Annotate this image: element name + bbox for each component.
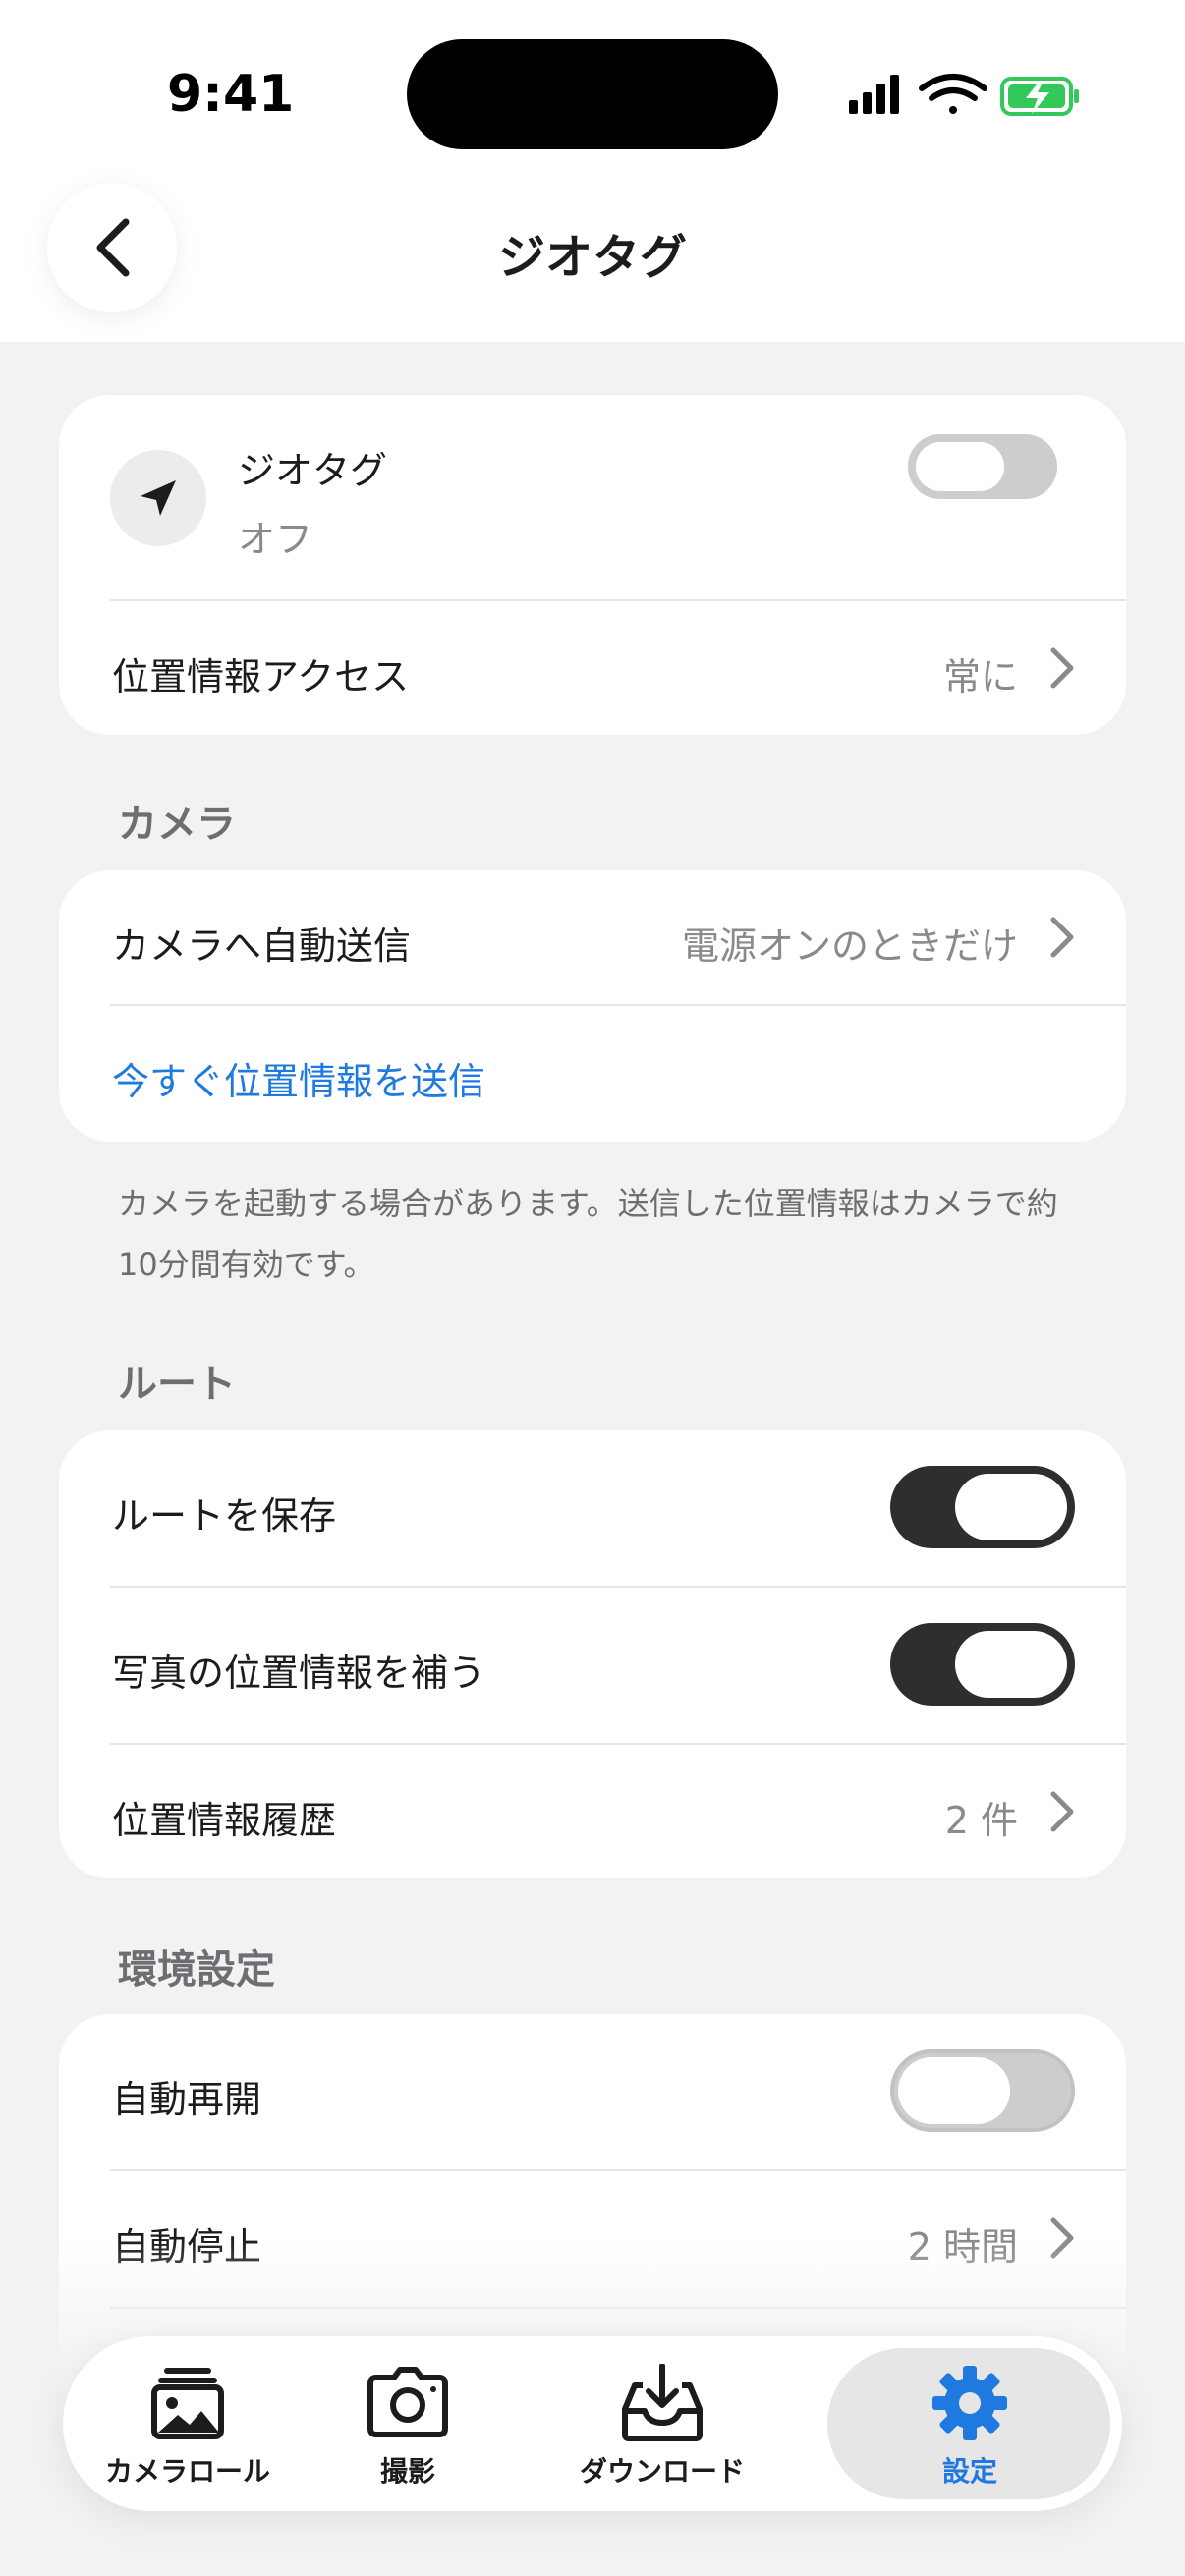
geotag-card: ジオタグ オフ 位置情報アクセス 常に — [59, 395, 1126, 735]
supplement-location-row: 写真の位置情報を補う — [59, 1588, 1126, 1743]
location-history-value: 2 件 — [944, 1799, 1018, 1842]
route-section-header: ルート — [118, 1362, 236, 1407]
camera-note: カメラを起動する場合があります。送信した位置情報はカメラで約10分間有効です。 — [118, 1185, 1058, 1283]
status-icons — [849, 74, 1079, 116]
tab-download[interactable]: ダウンロード — [535, 2336, 790, 2511]
save-route-label: ルートを保存 — [112, 1494, 337, 1538]
tab-label: 設定 — [941, 2455, 997, 2488]
chevron-right-icon — [1050, 647, 1074, 689]
tab-settings[interactable]: 設定 — [847, 2336, 1093, 2511]
wifi-icon — [919, 74, 988, 114]
save-route-row: ルートを保存 — [59, 1430, 1126, 1586]
geotag-title: ジオタグ — [238, 449, 388, 492]
tab-bar: カメラロール 撮影 ダウンロード 設定 — [63, 2336, 1122, 2511]
battery-charging-icon — [1000, 77, 1079, 116]
status-time: 9:41 — [167, 65, 295, 124]
download-tray-icon — [622, 2364, 703, 2441]
tab-label: 撮影 — [379, 2455, 435, 2488]
location-access-row[interactable]: 位置情報アクセス 常に — [59, 601, 1126, 735]
auto-resume-label: 自動再開 — [112, 2078, 262, 2121]
tab-label: カメラロール — [104, 2455, 270, 2488]
route-card: ルートを保存 写真の位置情報を補う 位置情報履歴 2 件 — [59, 1430, 1126, 1878]
location-arrow-icon — [141, 480, 176, 516]
toggle-knob — [955, 1631, 1067, 1698]
page-title: ジオタグ — [497, 230, 687, 285]
save-route-toggle[interactable] — [890, 1466, 1075, 1548]
toggle-knob — [898, 2057, 1010, 2124]
location-access-value: 常に — [942, 655, 1018, 699]
send-location-now-row[interactable]: 今すぐ位置情報を送信 — [59, 1006, 1126, 1142]
camera-section-header: カメラ — [118, 802, 236, 847]
location-history-label: 位置情報履歴 — [112, 1799, 337, 1842]
photo-stack-icon — [151, 2368, 224, 2439]
supplement-location-label: 写真の位置情報を補う — [112, 1652, 486, 1695]
auto-send-label: カメラへ自動送信 — [112, 924, 412, 968]
toggle-knob — [916, 442, 1004, 491]
camera-icon — [367, 2367, 448, 2437]
toggle-knob — [955, 1474, 1067, 1540]
location-icon-circle — [110, 450, 206, 546]
header: 9:41 ジオタグ — [0, 0, 1185, 342]
dynamic-island — [407, 39, 778, 149]
tab-label: ダウンロード — [579, 2455, 745, 2488]
geotag-toggle[interactable] — [908, 434, 1057, 499]
auto-resume-row: 自動再開 — [59, 2014, 1126, 2169]
gear-icon — [932, 2366, 1007, 2440]
location-access-label: 位置情報アクセス — [112, 655, 410, 699]
cellular-signal-icon — [849, 75, 899, 114]
geotag-state: オフ — [238, 518, 313, 561]
location-history-row[interactable]: 位置情報履歴 2 件 — [59, 1745, 1126, 1878]
supplement-location-toggle[interactable] — [890, 1623, 1075, 1706]
prefs-section-header: 環境設定 — [118, 1947, 275, 1992]
auto-resume-toggle[interactable] — [890, 2049, 1075, 2132]
tab-capture[interactable]: 撮影 — [285, 2336, 531, 2511]
chevron-right-icon — [1050, 917, 1074, 958]
send-location-now-link[interactable]: 今すぐ位置情報を送信 — [112, 1051, 485, 1105]
chevron-right-icon — [1050, 1791, 1074, 1832]
camera-card: カメラへ自動送信 電源オンのときだけ 今すぐ位置情報を送信 — [59, 870, 1126, 1142]
tab-camera-roll[interactable]: カメラロール — [65, 2336, 310, 2511]
auto-send-value: 電源オンのときだけ — [681, 924, 1018, 968]
auto-send-row[interactable]: カメラへ自動送信 電源オンのときだけ — [59, 870, 1126, 1004]
